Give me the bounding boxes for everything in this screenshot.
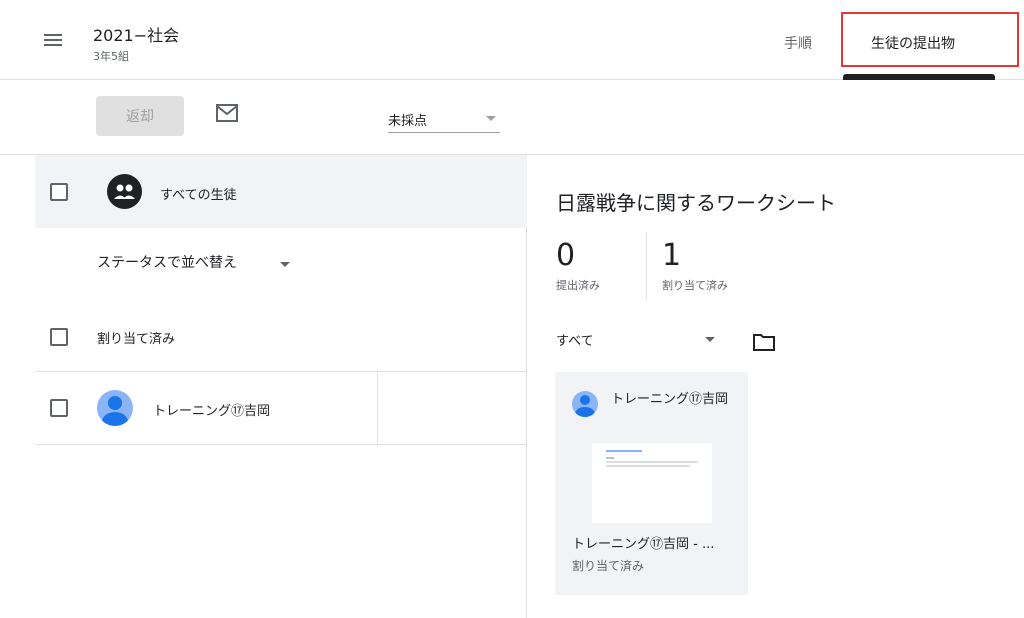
assignment-title: 日露戦争に関するワークシート — [556, 191, 836, 215]
turned-in-label: 提出済み — [556, 279, 600, 292]
assigned-count: 1 — [662, 238, 682, 273]
document-thumbnail[interactable] — [592, 443, 712, 523]
active-tab-indicator — [843, 74, 995, 80]
assigned-stat: 1 割り当て済み — [662, 238, 728, 293]
dropdown-arrow-icon — [280, 262, 290, 267]
folder-icon[interactable] — [753, 333, 775, 351]
stat-divider — [646, 232, 647, 300]
student-list-panel: すべての生徒 ステータスで並べ替え 割り当て済み トレーニング⑰吉岡 — [0, 155, 527, 618]
turned-in-stat: 0 提出済み — [556, 238, 600, 293]
column-divider — [377, 372, 378, 444]
sort-by-status-dropdown[interactable]: ステータスで並べ替え — [97, 252, 297, 276]
grade-filter-value: 未採点 — [388, 114, 428, 129]
card-file-name: トレーニング⑰吉岡 - ... — [572, 537, 715, 552]
tab-instructions[interactable]: 手順 — [784, 33, 812, 53]
all-students-checkbox[interactable] — [50, 183, 68, 201]
submission-filter-value: すべて — [556, 334, 594, 349]
dropdown-arrow-icon — [486, 116, 496, 121]
tab-highlight-box — [841, 12, 1019, 67]
assignment-detail-panel: 日露戦争に関するワークシート 0 提出済み 1 割り当て済み すべて トレーニン… — [528, 155, 1024, 618]
avatar-icon — [572, 391, 598, 417]
all-students-label: すべての生徒 — [160, 188, 237, 203]
return-button[interactable]: 返却 — [96, 96, 184, 136]
dropdown-arrow-icon — [705, 337, 715, 342]
student-name: トレーニング⑰吉岡 — [153, 404, 271, 419]
avatar-icon — [97, 390, 133, 426]
student-checkbox[interactable] — [50, 399, 68, 417]
sort-label: ステータスで並べ替え — [97, 255, 237, 271]
all-students-row[interactable]: すべての生徒 — [35, 155, 527, 228]
student-row[interactable]: トレーニング⑰吉岡 — [35, 371, 527, 445]
assigned-label: 割り当て済み — [662, 279, 728, 292]
assigned-group-checkbox[interactable] — [50, 328, 68, 346]
submission-card[interactable]: トレーニング⑰吉岡 トレーニング⑰吉岡 - ... 割り当て済み — [555, 372, 748, 595]
assigned-group-row: 割り当て済み — [35, 315, 527, 355]
class-title[interactable]: 2021−社会 — [93, 22, 179, 46]
submission-filter-select[interactable]: すべて — [556, 330, 716, 354]
group-icon — [107, 174, 142, 209]
assigned-group-label: 割り当て済み — [97, 332, 176, 347]
grade-filter-select[interactable]: 未採点 — [388, 101, 500, 133]
turned-in-count: 0 — [556, 238, 576, 273]
grading-toolbar: 返却 未採点 — [0, 81, 1024, 155]
card-status: 割り当て済み — [572, 559, 645, 573]
app-header: 2021−社会 3年5組 手順 生徒の提出物 — [0, 0, 1024, 80]
card-student-name: トレーニング⑰吉岡 — [611, 392, 729, 407]
menu-icon[interactable] — [44, 30, 74, 54]
class-section: 3年5組 — [93, 50, 129, 63]
mail-icon[interactable] — [216, 104, 238, 122]
